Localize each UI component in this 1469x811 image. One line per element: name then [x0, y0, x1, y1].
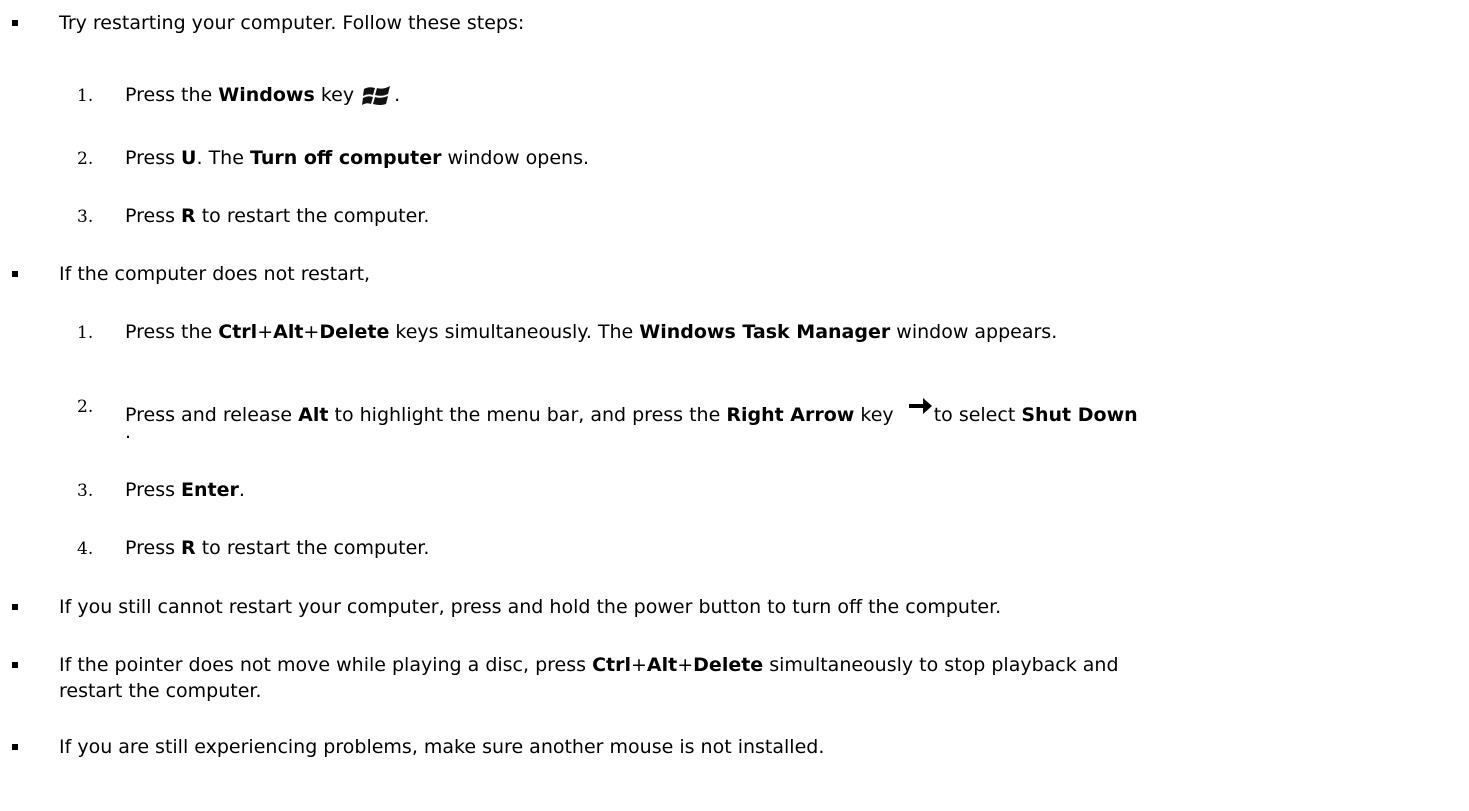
bullet-text: If you still cannot restart your compute… [59, 596, 1002, 618]
step-number: 1. [77, 86, 94, 106]
step-number: 3. [77, 207, 94, 227]
step-text: Press R to restart the computer. [125, 205, 430, 227]
windows-logo-icon [362, 86, 391, 105]
step-text: Press Enter. [125, 479, 245, 501]
step-text: Press and release Alt to highlight the m… [125, 393, 1138, 428]
step-text-continuation: . [125, 421, 132, 443]
step-number: 2. [77, 149, 94, 169]
step-text: Press the Ctrl+Alt+Delete keys simultane… [125, 321, 1058, 343]
bullet-marker [12, 662, 18, 668]
bullet-text: Try restarting your computer. Follow the… [59, 12, 525, 34]
right-arrow-icon [908, 398, 932, 414]
bullet-text: If the computer does not restart, [59, 263, 371, 285]
step-number: 3. [77, 481, 94, 501]
bullet-marker [12, 604, 18, 610]
step-text: Press the Windows key . [125, 82, 400, 109]
troubleshooting-document: Try restarting your computer. Follow the… [0, 0, 1469, 811]
step-number: 1. [77, 323, 94, 343]
step-number: 2. [77, 397, 94, 417]
step-text: Press R to restart the computer. [125, 537, 430, 559]
bullet-text: If the pointer does not move while playi… [59, 654, 1119, 676]
step-number: 4. [77, 539, 94, 559]
bullet-marker [12, 20, 18, 26]
bullet-text: If you are still experiencing problems, … [59, 736, 825, 758]
bullet-marker [12, 271, 18, 277]
bullet-marker [12, 744, 18, 750]
bullet-text-continuation: restart the computer. [59, 680, 262, 702]
step-text: Press U. The Turn off computer window op… [125, 147, 590, 169]
